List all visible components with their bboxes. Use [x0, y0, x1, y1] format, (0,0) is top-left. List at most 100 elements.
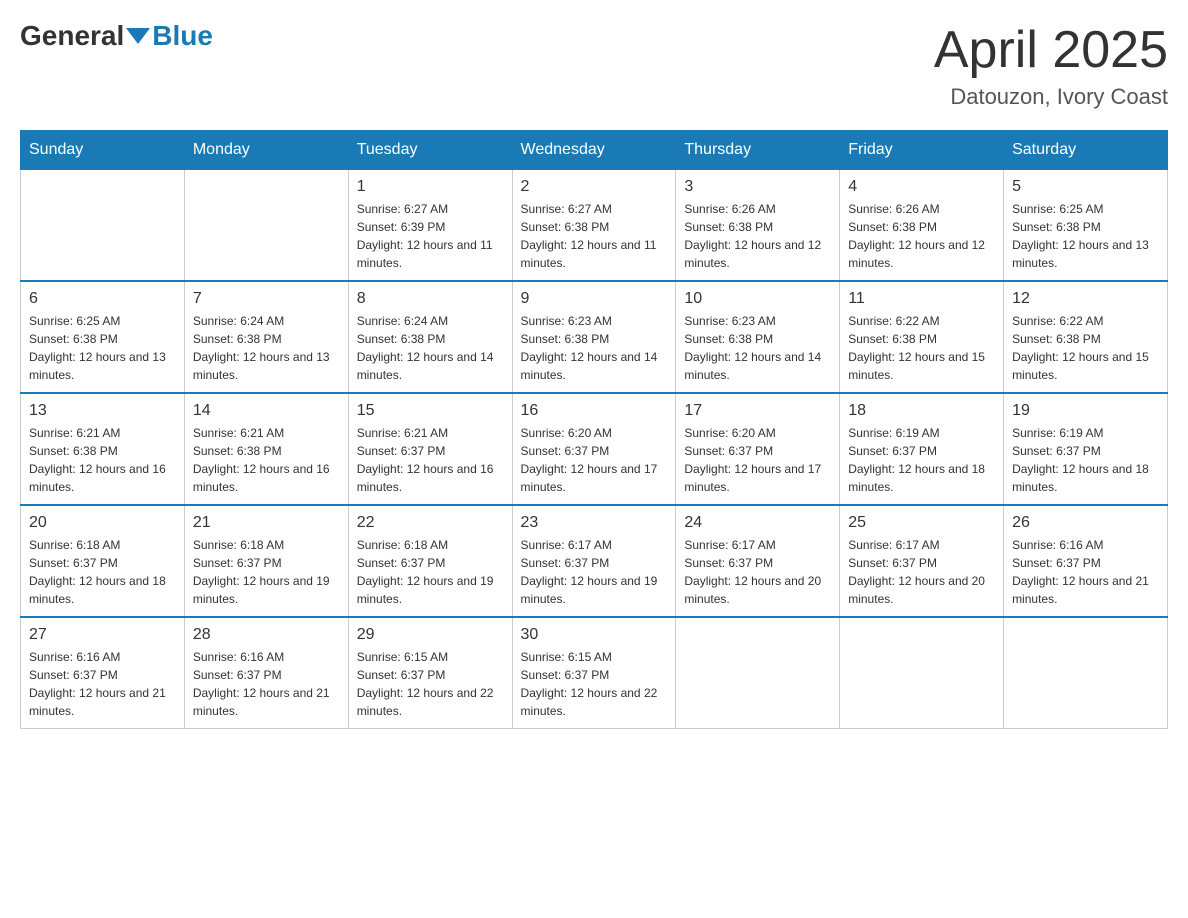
- day-number: 11: [848, 290, 995, 308]
- logo-triangle-icon: [126, 28, 150, 44]
- day-number: 29: [357, 626, 504, 644]
- calendar-cell: 18Sunrise: 6:19 AMSunset: 6:37 PMDayligh…: [840, 393, 1004, 505]
- calendar-cell: 20 Sunrise: 6:18 AMSunset: 6:37 PMDayligh…: [21, 505, 185, 617]
- day-info: Sunrise: 6:15 AMSunset: 6:37 PMDaylight:…: [357, 648, 504, 720]
- day-info: Sunrise: 6:17 AMSunset: 6:37 PMDaylight:…: [521, 536, 668, 608]
- calendar-cell: 11 Sunrise: 6:22 AMSunset: 6:38 PMDayligh…: [840, 281, 1004, 393]
- calendar-cell: 17Sunrise: 6:20 AMSunset: 6:37 PMDayligh…: [676, 393, 840, 505]
- calendar-table: SundayMondayTuesdayWednesdayThursdayFrid…: [20, 130, 1168, 729]
- calendar-cell: 27 Sunrise: 6:16 AMSunset: 6:37 PMDayligh…: [21, 617, 185, 729]
- logo-blue: Blue: [152, 20, 213, 52]
- day-number: 25: [848, 514, 995, 532]
- day-number: 21: [193, 514, 340, 532]
- day-info: Sunrise: 6:21 AMSunset: 6:38 PMDaylight:…: [29, 424, 176, 496]
- day-info: Sunrise: 6:24 AMSunset: 6:38 PMDaylight:…: [357, 312, 504, 384]
- logo-text: General Blue: [20, 20, 213, 52]
- calendar-cell: 2 Sunrise: 6:27 AMSunset: 6:38 PMDaylight…: [512, 170, 676, 282]
- day-info: Sunrise: 6:16 AMSunset: 6:37 PMDaylight:…: [29, 648, 176, 720]
- day-info: Sunrise: 6:21 AMSunset: 6:38 PMDaylight:…: [193, 424, 340, 496]
- day-info: Sunrise: 6:18 AMSunset: 6:37 PMDaylight:…: [29, 536, 176, 608]
- day-number: 19: [1012, 402, 1159, 420]
- calendar-week-row: 27 Sunrise: 6:16 AMSunset: 6:37 PMDayligh…: [21, 617, 1168, 729]
- day-info: Sunrise: 6:23 AMSunset: 6:38 PMDaylight:…: [684, 312, 831, 384]
- day-number: 17: [684, 402, 831, 420]
- calendar-cell: 24Sunrise: 6:17 AMSunset: 6:37 PMDayligh…: [676, 505, 840, 617]
- calendar-cell: 5Sunrise: 6:25 AMSunset: 6:38 PMDaylight…: [1004, 170, 1168, 282]
- day-info: Sunrise: 6:16 AMSunset: 6:37 PMDaylight:…: [193, 648, 340, 720]
- day-number: 28: [193, 626, 340, 644]
- day-number: 8: [357, 290, 504, 308]
- calendar-header-tuesday: Tuesday: [348, 131, 512, 170]
- day-info: Sunrise: 6:18 AMSunset: 6:37 PMDaylight:…: [193, 536, 340, 608]
- logo: General Blue: [20, 20, 213, 52]
- day-info: Sunrise: 6:18 AMSunset: 6:37 PMDaylight:…: [357, 536, 504, 608]
- calendar-week-row: 20 Sunrise: 6:18 AMSunset: 6:37 PMDayligh…: [21, 505, 1168, 617]
- calendar-cell: 7 Sunrise: 6:24 AMSunset: 6:38 PMDaylight…: [184, 281, 348, 393]
- day-number: 6: [29, 290, 176, 308]
- calendar-cell: 13 Sunrise: 6:21 AMSunset: 6:38 PMDayligh…: [21, 393, 185, 505]
- day-info: Sunrise: 6:15 AMSunset: 6:37 PMDaylight:…: [521, 648, 668, 720]
- day-info: Sunrise: 6:21 AMSunset: 6:37 PMDaylight:…: [357, 424, 504, 496]
- calendar-cell: 22 Sunrise: 6:18 AMSunset: 6:37 PMDayligh…: [348, 505, 512, 617]
- calendar-cell: 1 Sunrise: 6:27 AMSunset: 6:39 PMDaylight…: [348, 170, 512, 282]
- calendar-cell: 15Sunrise: 6:21 AMSunset: 6:37 PMDayligh…: [348, 393, 512, 505]
- day-number: 3: [684, 178, 831, 196]
- calendar-cell: 25 Sunrise: 6:17 AMSunset: 6:37 PMDayligh…: [840, 505, 1004, 617]
- day-info: Sunrise: 6:23 AMSunset: 6:38 PMDaylight:…: [521, 312, 668, 384]
- day-info: Sunrise: 6:22 AMSunset: 6:38 PMDaylight:…: [1012, 312, 1159, 384]
- day-info: Sunrise: 6:27 AMSunset: 6:39 PMDaylight:…: [357, 200, 504, 272]
- calendar-cell: 12 Sunrise: 6:22 AMSunset: 6:38 PMDayligh…: [1004, 281, 1168, 393]
- day-number: 13: [29, 402, 176, 420]
- title-section: April 2025 Datouzon, Ivory Coast: [934, 20, 1168, 110]
- calendar-title: April 2025: [934, 20, 1168, 80]
- calendar-cell: [1004, 617, 1168, 729]
- calendar-header-sunday: Sunday: [21, 131, 185, 170]
- calendar-week-row: 13 Sunrise: 6:21 AMSunset: 6:38 PMDayligh…: [21, 393, 1168, 505]
- day-number: 22: [357, 514, 504, 532]
- calendar-cell: 14Sunrise: 6:21 AMSunset: 6:38 PMDayligh…: [184, 393, 348, 505]
- calendar-cell: 8 Sunrise: 6:24 AMSunset: 6:38 PMDaylight…: [348, 281, 512, 393]
- calendar-header-monday: Monday: [184, 131, 348, 170]
- day-info: Sunrise: 6:16 AMSunset: 6:37 PMDaylight:…: [1012, 536, 1159, 608]
- day-info: Sunrise: 6:19 AMSunset: 6:37 PMDaylight:…: [1012, 424, 1159, 496]
- day-info: Sunrise: 6:17 AMSunset: 6:37 PMDaylight:…: [848, 536, 995, 608]
- calendar-header-saturday: Saturday: [1004, 131, 1168, 170]
- day-info: Sunrise: 6:25 AMSunset: 6:38 PMDaylight:…: [29, 312, 176, 384]
- calendar-week-row: 6 Sunrise: 6:25 AMSunset: 6:38 PMDaylight…: [21, 281, 1168, 393]
- day-number: 26: [1012, 514, 1159, 532]
- calendar-header-friday: Friday: [840, 131, 1004, 170]
- calendar-header-wednesday: Wednesday: [512, 131, 676, 170]
- calendar-week-row: 1 Sunrise: 6:27 AMSunset: 6:39 PMDaylight…: [21, 170, 1168, 282]
- day-info: Sunrise: 6:17 AMSunset: 6:37 PMDaylight:…: [684, 536, 831, 608]
- day-number: 7: [193, 290, 340, 308]
- day-info: Sunrise: 6:26 AMSunset: 6:38 PMDaylight:…: [684, 200, 831, 272]
- day-number: 18: [848, 402, 995, 420]
- calendar-cell: 9Sunrise: 6:23 AMSunset: 6:38 PMDaylight…: [512, 281, 676, 393]
- calendar-cell: [676, 617, 840, 729]
- calendar-cell: [840, 617, 1004, 729]
- day-info: Sunrise: 6:22 AMSunset: 6:38 PMDaylight:…: [848, 312, 995, 384]
- day-number: 2: [521, 178, 668, 196]
- calendar-header-thursday: Thursday: [676, 131, 840, 170]
- day-number: 10: [684, 290, 831, 308]
- day-info: Sunrise: 6:26 AMSunset: 6:38 PMDaylight:…: [848, 200, 995, 272]
- day-info: Sunrise: 6:27 AMSunset: 6:38 PMDaylight:…: [521, 200, 668, 272]
- day-number: 12: [1012, 290, 1159, 308]
- day-number: 16: [521, 402, 668, 420]
- logo-general: General: [20, 20, 124, 52]
- day-number: 5: [1012, 178, 1159, 196]
- calendar-cell: 4 Sunrise: 6:26 AMSunset: 6:38 PMDaylight…: [840, 170, 1004, 282]
- day-number: 20: [29, 514, 176, 532]
- calendar-header-row: SundayMondayTuesdayWednesdayThursdayFrid…: [21, 131, 1168, 170]
- day-number: 4: [848, 178, 995, 196]
- calendar-cell: [184, 170, 348, 282]
- calendar-cell: 3 Sunrise: 6:26 AMSunset: 6:38 PMDaylight…: [676, 170, 840, 282]
- day-info: Sunrise: 6:20 AMSunset: 6:37 PMDaylight:…: [521, 424, 668, 496]
- calendar-cell: 29 Sunrise: 6:15 AMSunset: 6:37 PMDayligh…: [348, 617, 512, 729]
- calendar-cell: [21, 170, 185, 282]
- day-number: 1: [357, 178, 504, 196]
- calendar-cell: 23Sunrise: 6:17 AMSunset: 6:37 PMDayligh…: [512, 505, 676, 617]
- day-number: 30: [521, 626, 668, 644]
- day-info: Sunrise: 6:24 AMSunset: 6:38 PMDaylight:…: [193, 312, 340, 384]
- day-number: 27: [29, 626, 176, 644]
